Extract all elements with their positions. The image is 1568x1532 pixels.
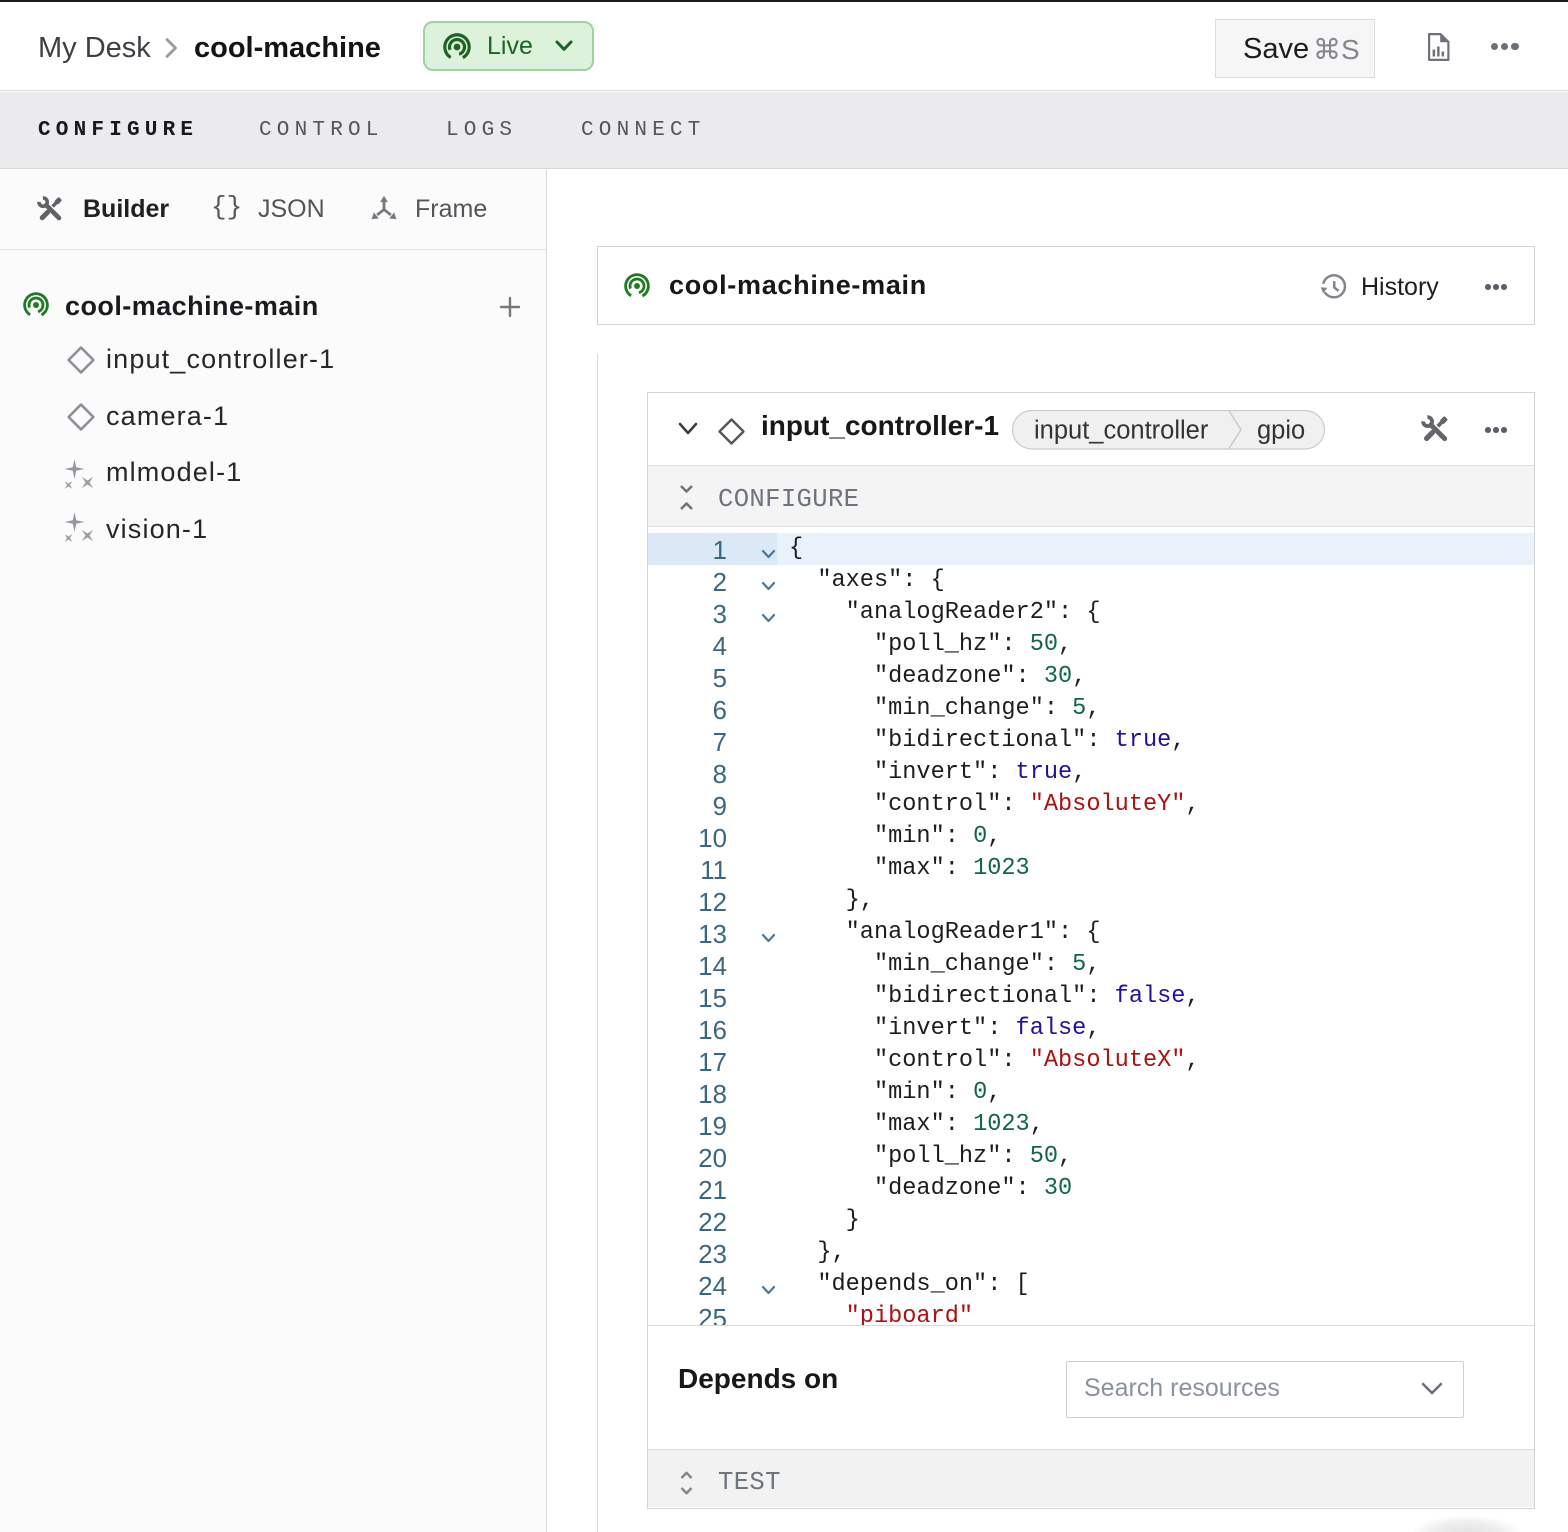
- svg-text:gpio: gpio: [1257, 417, 1305, 445]
- svg-text:input_controller: input_controller: [1034, 417, 1209, 445]
